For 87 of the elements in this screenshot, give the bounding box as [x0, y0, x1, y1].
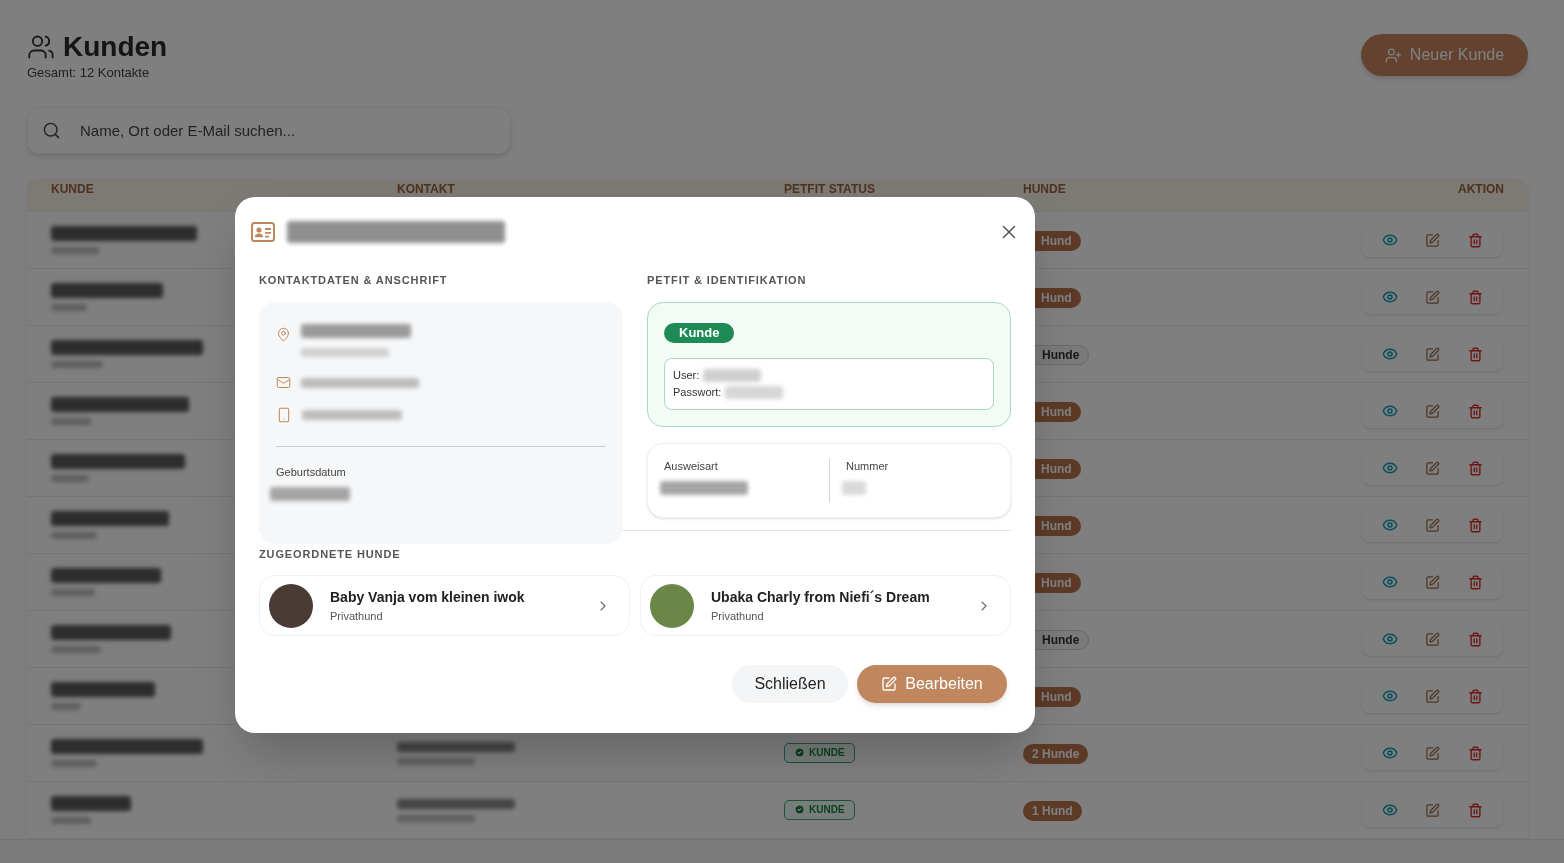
- check-circle-icon: [794, 747, 805, 758]
- close-dialog-button[interactable]: Schließen: [732, 665, 848, 703]
- pen-square-icon: [1425, 688, 1441, 704]
- search-field[interactable]: Name, Ort oder E-Mail suchen...: [27, 107, 511, 154]
- pen-square-icon: [1425, 517, 1441, 533]
- password-label: Passwort:: [673, 385, 722, 399]
- blurred-text: [51, 817, 91, 824]
- pen-square-icon: [1425, 802, 1441, 818]
- contact-count: Gesamt: 12 Kontakte: [27, 65, 151, 81]
- eye-icon: [1381, 403, 1398, 419]
- birthdate-label: Geburtsdatum: [276, 465, 347, 479]
- blurred-text: [842, 481, 866, 495]
- status-badge: KUNDE: [784, 742, 855, 763]
- page-title: Kunden: [63, 31, 168, 63]
- pen-square-icon: [1425, 745, 1441, 761]
- blurred-text: [51, 760, 97, 767]
- dog-card[interactable]: Baby Vanja vom kleinen iwok Privathund: [259, 575, 630, 636]
- blurred-text: [51, 703, 81, 710]
- eye-icon: [1381, 574, 1398, 590]
- column-header: PETFIT STATUS: [784, 182, 875, 196]
- dog-name: Baby Vanja vom kleinen iwok: [330, 588, 526, 606]
- section-heading: KONTAKTDATEN & ANSCHRIFT: [259, 273, 449, 287]
- trash-icon: [1468, 631, 1484, 647]
- customer-status-badge: Kunde: [664, 322, 735, 343]
- trash-icon: [1468, 574, 1484, 590]
- pen-square-icon: [1425, 289, 1441, 305]
- section-heading: PETFIT & IDENTIFIKATION: [647, 273, 808, 287]
- column-header: KONTAKT: [397, 182, 455, 196]
- pen-square-icon: [1425, 346, 1441, 362]
- blurred-text: [51, 361, 103, 368]
- column-header: AKTION: [1458, 182, 1504, 196]
- id-type-label: Ausweisart: [664, 459, 719, 473]
- trash-icon: [1468, 517, 1484, 533]
- user-label: User:: [673, 368, 700, 382]
- dog-count-badge: 2 Hunde: [1023, 744, 1089, 764]
- phone-icon: [276, 407, 292, 423]
- pen-square-icon: [1425, 574, 1441, 590]
- users-icon: [27, 33, 55, 61]
- dog-type: Privathund: [330, 608, 384, 623]
- blurred-text: [51, 247, 99, 254]
- check-circle-icon: [794, 804, 805, 815]
- eye-icon: [1381, 517, 1398, 533]
- mail-icon: [276, 375, 291, 390]
- eye-icon: [1381, 289, 1398, 305]
- photo-placeholder: [650, 583, 694, 628]
- id-number-label: Nummer: [846, 459, 889, 473]
- section-heading: ZUGEORDNETE HUNDE: [259, 547, 402, 561]
- eye-icon: [1381, 232, 1398, 248]
- pen-square-icon: [1425, 631, 1441, 647]
- pen-square-icon: [1425, 403, 1441, 419]
- blurred-text: [51, 646, 101, 653]
- trash-icon: [1468, 289, 1484, 305]
- dog-count-badge: 1 Hund: [1023, 801, 1082, 821]
- trash-icon: [1468, 688, 1484, 704]
- trash-icon: [1468, 745, 1484, 761]
- pen-square-icon: [1425, 460, 1441, 476]
- eye-icon: [1381, 688, 1398, 704]
- trash-icon: [1468, 403, 1484, 419]
- blurred-text: [51, 475, 89, 482]
- id-card-icon: [251, 222, 275, 242]
- user-plus-icon: [1384, 46, 1402, 64]
- map-pin-icon: [276, 327, 291, 342]
- eye-icon: [1381, 631, 1398, 647]
- blurred-text: [725, 385, 784, 399]
- pen-square-icon: [1425, 232, 1441, 248]
- blurred-text: [703, 368, 762, 382]
- eye-icon: [1381, 346, 1398, 362]
- eye-icon: [1381, 745, 1398, 761]
- trash-icon: [1468, 232, 1484, 248]
- column-header: KUNDE: [51, 182, 94, 196]
- dog-type: Privathund: [711, 608, 765, 623]
- pen-square-icon: [881, 676, 898, 692]
- blurred-text: [51, 589, 95, 596]
- blurred-text: [51, 532, 97, 539]
- blurred-text: [51, 418, 91, 425]
- eye-icon: [1381, 460, 1398, 476]
- trash-icon: [1468, 460, 1484, 476]
- dog-card[interactable]: Ubaka Charly from Niefi´s Dream Privathund: [640, 575, 1011, 636]
- dog-name: Ubaka Charly from Niefi´s Dream: [711, 588, 931, 606]
- column-header: HUNDE: [1023, 182, 1066, 196]
- photo-placeholder: [269, 583, 313, 628]
- trash-icon: [1468, 802, 1484, 818]
- search-icon: [42, 121, 61, 140]
- status-badge: KUNDE: [784, 799, 855, 820]
- trash-icon: [1468, 346, 1484, 362]
- blurred-text: [51, 304, 87, 311]
- eye-icon: [1381, 802, 1398, 818]
